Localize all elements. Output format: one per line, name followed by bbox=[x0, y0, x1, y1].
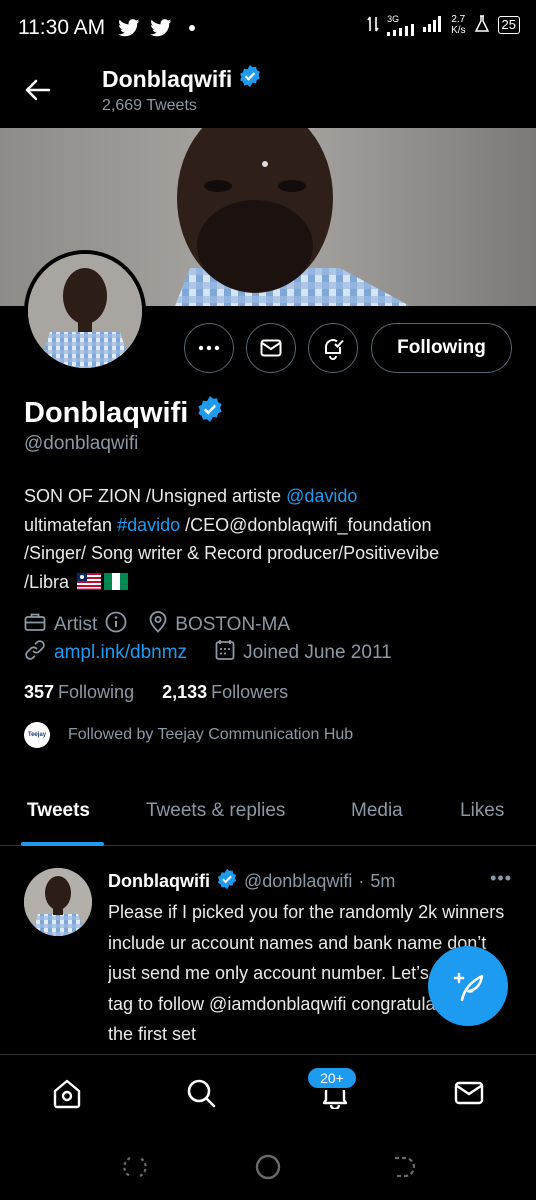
search-icon bbox=[187, 1079, 216, 1108]
followers-count-link[interactable]: 2,133 Followers bbox=[162, 682, 288, 703]
envelope-icon bbox=[260, 339, 282, 357]
bio-text: /CEO@donblaqwifi_foundation bbox=[180, 514, 432, 535]
followed-by-row[interactable]: Teejay Followed by Teejay Communication … bbox=[24, 722, 353, 748]
more-icon bbox=[198, 345, 220, 351]
followed-by-avatar: Teejay bbox=[24, 722, 50, 748]
tweet-separator: · bbox=[358, 871, 365, 891]
liberia-flag-icon bbox=[77, 570, 102, 590]
tweet-time: 5m bbox=[370, 871, 396, 891]
following-button[interactable]: Following bbox=[371, 323, 512, 373]
profile-meta-row: ampl.ink/dbnmz Joined June 2011 bbox=[24, 639, 392, 667]
notification-badge: 20+ bbox=[306, 1066, 358, 1090]
status-time: 11:30 AM bbox=[18, 16, 106, 39]
following-count-label: Following bbox=[58, 682, 135, 702]
status-bar: 11:30 AM 3G 2.7 K/s 25 bbox=[0, 0, 536, 56]
briefcase-icon bbox=[24, 612, 46, 638]
tweet-author-avatar[interactable] bbox=[24, 868, 92, 936]
more-options-button[interactable] bbox=[184, 323, 234, 373]
profile-name: Donblaqwifi bbox=[24, 396, 189, 429]
notifications-subscribe-button[interactable] bbox=[308, 323, 358, 373]
calendar-icon bbox=[215, 639, 235, 667]
system-navigation bbox=[0, 1134, 536, 1200]
twitter-bird-icon bbox=[150, 16, 172, 40]
bio-text: /Libra bbox=[24, 571, 70, 592]
website-link[interactable]: ampl.ink/dbnmz bbox=[54, 642, 187, 664]
verified-badge-icon bbox=[196, 395, 224, 431]
profile-tabs: Tweets Tweets & replies Media Likes bbox=[0, 778, 536, 846]
circle-home-icon bbox=[255, 1154, 281, 1180]
back-system-button[interactable] bbox=[387, 1152, 417, 1182]
signal-icon bbox=[423, 15, 443, 35]
profile-bio: SON OF ZION /Unsigned artiste @davido ul… bbox=[24, 482, 524, 596]
bio-text: ultimatefan bbox=[24, 514, 118, 535]
tweet-author-handle: @donblaqwifi bbox=[244, 871, 353, 891]
net-speed: 2.7 K/s bbox=[451, 14, 465, 36]
net-speed-value: 2.7 bbox=[451, 14, 466, 25]
info-icon[interactable] bbox=[105, 611, 127, 639]
home-icon bbox=[53, 1079, 81, 1109]
tab-tweets[interactable]: Tweets bbox=[27, 800, 90, 822]
profile-name-row: Donblaqwifi bbox=[24, 395, 224, 431]
nigeria-flag-icon bbox=[104, 570, 129, 590]
nav-search[interactable] bbox=[181, 1073, 221, 1113]
messages-icon bbox=[454, 1081, 484, 1105]
follow-counts: 357 Following 2,133 Followers bbox=[24, 682, 288, 703]
signal-3g: 3G bbox=[387, 14, 415, 36]
followed-by-text: Followed by Teejay Communication Hub bbox=[68, 726, 354, 743]
tweet-header: Donblaqwifi @donblaqwifi · 5m bbox=[108, 868, 395, 895]
profile-avatar[interactable] bbox=[24, 250, 146, 372]
bio-text: SON OF ZION /Unsigned artiste bbox=[24, 486, 287, 506]
profile-meta-row: Artist BOSTON-MA bbox=[24, 611, 290, 639]
followers-count: 2,133 bbox=[162, 682, 208, 702]
profile-handle: @donblaqwifi bbox=[24, 433, 139, 454]
verified-badge-icon bbox=[238, 64, 262, 94]
arrow-left-icon bbox=[25, 79, 51, 101]
header-name: Donblaqwifi bbox=[102, 65, 233, 92]
bottom-navigation bbox=[0, 1054, 536, 1134]
net-speed-unit: K/s bbox=[451, 25, 466, 36]
recent-apps-button[interactable] bbox=[120, 1152, 150, 1182]
followers-count-label: Followers bbox=[211, 682, 289, 702]
header-tweet-count: 2,669 Tweets bbox=[102, 97, 197, 114]
status-icons: 3G 2.7 K/s 25 bbox=[367, 14, 520, 36]
data-arrows-icon bbox=[367, 15, 379, 36]
tab-media[interactable]: Media bbox=[351, 800, 403, 822]
home-system-button[interactable] bbox=[253, 1152, 283, 1182]
link-icon bbox=[24, 639, 46, 667]
compose-tweet-button[interactable] bbox=[428, 946, 508, 1026]
nav-messages[interactable] bbox=[449, 1073, 489, 1113]
tweet-author-name[interactable]: Donblaqwifi bbox=[108, 871, 210, 892]
feather-plus-icon bbox=[453, 972, 484, 1002]
following-count: 357 bbox=[24, 682, 55, 702]
profession-label: Artist bbox=[54, 614, 98, 635]
header-title: Donblaqwifi bbox=[102, 64, 262, 94]
recent-apps-icon bbox=[123, 1157, 147, 1177]
bio-hashtag-link[interactable]: #davido bbox=[117, 515, 180, 535]
back-button[interactable] bbox=[20, 72, 56, 108]
nav-home[interactable] bbox=[47, 1073, 87, 1113]
tab-likes[interactable]: Likes bbox=[460, 800, 504, 822]
location-label: BOSTON-MA bbox=[175, 614, 290, 635]
bio-mention-link[interactable]: @davido bbox=[286, 486, 357, 506]
bell-check-icon bbox=[325, 339, 344, 360]
dot-icon bbox=[188, 16, 196, 40]
message-button[interactable] bbox=[246, 323, 296, 373]
bio-text: /Singer/ Song writer & Record producer/P… bbox=[24, 543, 440, 563]
tab-tweets-replies[interactable]: Tweets & replies bbox=[146, 800, 285, 822]
twitter-bird-icon bbox=[118, 16, 140, 40]
location-pin-icon bbox=[149, 611, 167, 639]
flask-icon bbox=[474, 14, 490, 36]
active-tab-indicator bbox=[21, 842, 104, 846]
battery-indicator: 25 bbox=[497, 16, 520, 34]
back-triangle-icon bbox=[395, 1156, 415, 1178]
tweet-more-button[interactable]: ••• bbox=[490, 868, 512, 889]
following-count-link[interactable]: 357 Following bbox=[24, 682, 134, 703]
joined-date: Joined June 2011 bbox=[243, 642, 392, 663]
network-type: 3G bbox=[387, 14, 400, 24]
verified-badge-icon bbox=[216, 868, 238, 895]
